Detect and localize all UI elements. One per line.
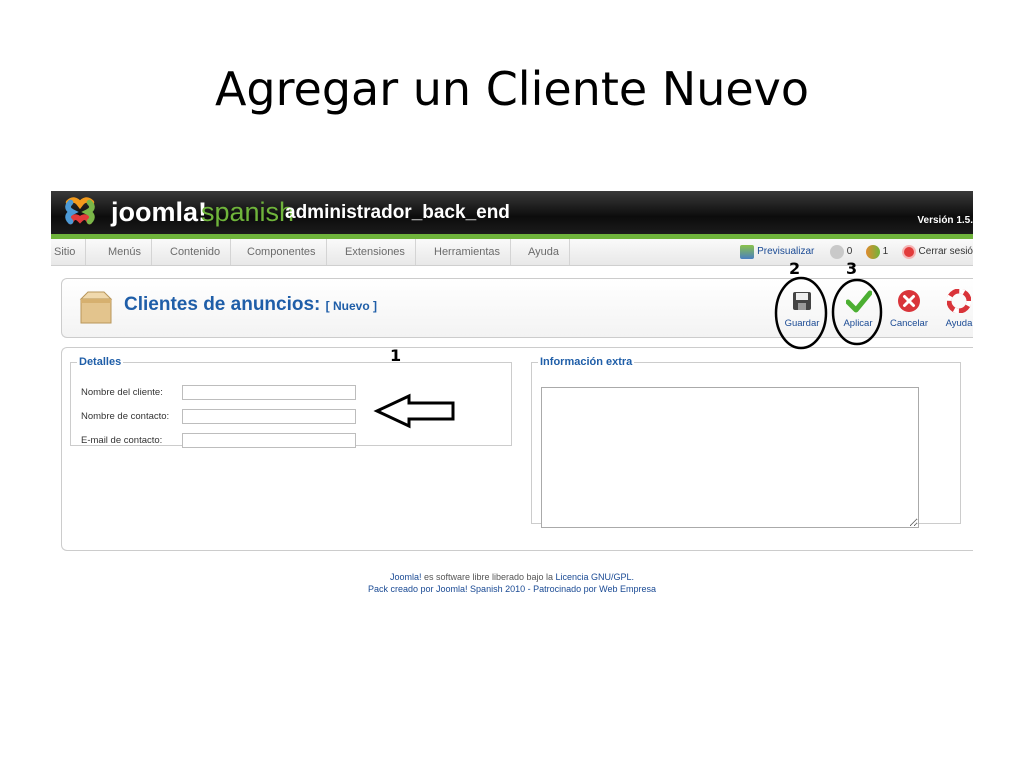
messages-icon [829,245,844,259]
cancel-icon [898,290,920,312]
version-label: Versión 1.5. [917,215,973,226]
logout-link[interactable]: Cerrar sesió [919,239,973,265]
cancel-button[interactable]: Cancelar [886,287,932,331]
preview-icon [740,245,755,259]
extra-info-textarea[interactable] [541,387,919,528]
contact-name-input[interactable] [182,409,356,424]
footer-license-link[interactable]: Licencia GNU/GPL. [556,572,635,582]
annotation-number-2: 2 [789,259,801,278]
page-title-text: Clientes de anuncios: [124,294,321,315]
details-legend: Detalles [79,356,122,368]
main-menu: Sitio Menús Contenido Componentes Extens… [51,239,973,266]
admin-title: administrador_back_end [285,202,510,223]
client-name-input[interactable] [182,385,356,400]
footer-line-2[interactable]: Pack creado por Joomla! Spanish 2010 - P… [0,583,1024,595]
footer: Joomla! es software libre liberado bajo … [0,571,1024,595]
extra-info-fieldset: Información extra [531,356,961,528]
box-icon [79,291,113,324]
admin-header: joomla! spanish administrador_back_end V… [51,191,973,234]
client-name-label: Nombre del cliente: [81,387,163,398]
logout-icon [901,245,916,259]
save-button[interactable]: Guardar [779,287,825,331]
menu-item-sitio[interactable]: Sitio [51,239,87,265]
brand-sub: spanish [201,197,295,227]
users-icon [865,245,880,259]
extra-info-legend: Información extra [540,356,633,368]
annotation-number-1: 1 [390,346,402,365]
lifebuoy-icon [947,289,971,313]
slide-title: Agregar un Cliente Nuevo [214,62,810,116]
menu-item-contenido[interactable]: Contenido [160,239,232,265]
menu-item-menus[interactable]: Menús [98,239,153,265]
menu-item-ayuda[interactable]: Ayuda [518,239,570,265]
brand-name: joomla! [111,197,208,227]
contact-name-label: Nombre de contacto: [81,411,170,422]
menu-item-extensiones[interactable]: Extensiones [335,239,416,265]
annotation-number-3: 3 [846,259,858,278]
page-title: Clientes de anuncios: [ Nuevo ] [124,294,377,316]
details-fieldset: Detalles Nombre del cliente: Nombre de c… [70,356,512,448]
footer-joomla-link[interactable]: Joomla! [390,572,422,582]
contact-email-input[interactable] [182,433,356,448]
footer-license-text: es software libre liberado bajo la [421,572,556,582]
footer-line-1: Joomla! es software libre liberado bajo … [0,571,1024,583]
save-icon [793,292,811,310]
content-panel: Detalles Nombre del cliente: Nombre de c… [61,347,973,551]
joomla-admin-screenshot: joomla! spanish administrador_back_end V… [51,191,973,561]
cancel-label: Cancelar [889,318,929,329]
menu-item-herramientas[interactable]: Herramientas [424,239,512,265]
apply-button[interactable]: Aplicar [835,287,881,331]
toolbar-panel: Clientes de anuncios: [ Nuevo ] Guardar … [61,278,973,338]
save-label: Guardar [784,318,820,329]
check-icon [846,290,872,313]
help-button[interactable]: Ayuda [936,287,973,331]
users-count: 1 [882,246,889,257]
joomla-logo-icon [65,197,95,225]
contact-email-label: E-mail de contacto: [81,435,163,446]
menu-item-componentes[interactable]: Componentes [237,239,327,265]
preview-link[interactable]: Previsualizar [757,239,814,265]
page-subtitle: [ Nuevo ] [325,299,377,313]
apply-label: Aplicar [843,318,873,329]
help-label: Ayuda [945,318,973,329]
